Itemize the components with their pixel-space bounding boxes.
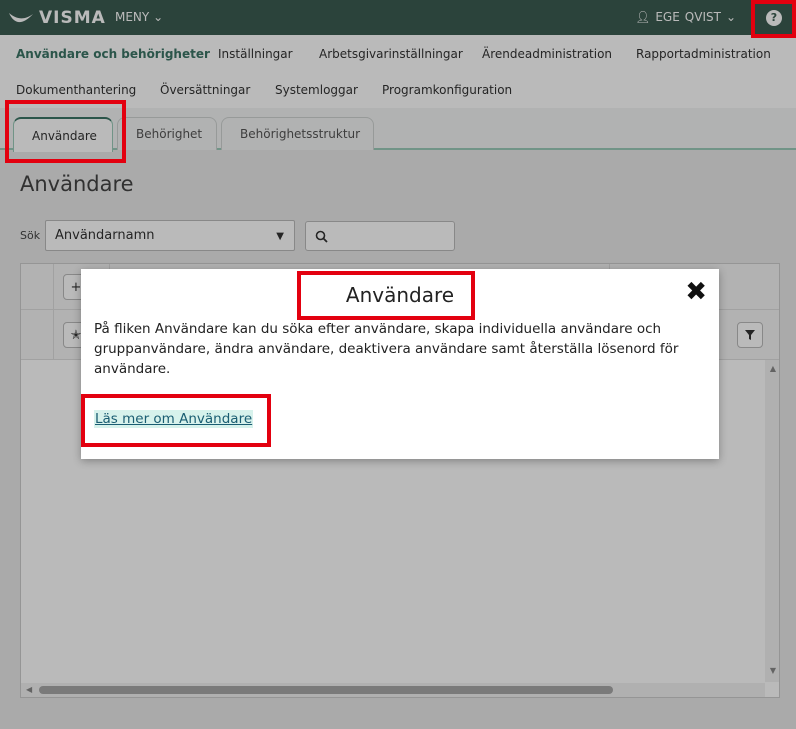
close-icon[interactable]: ✖ <box>685 279 707 305</box>
dialog-body-text: På fliken Användare kan du söka efter an… <box>94 321 679 377</box>
highlight-dialog-title <box>297 271 475 320</box>
highlight-users-tab <box>5 100 126 163</box>
highlight-help-button <box>751 0 796 38</box>
highlight-read-more-link <box>81 394 271 447</box>
